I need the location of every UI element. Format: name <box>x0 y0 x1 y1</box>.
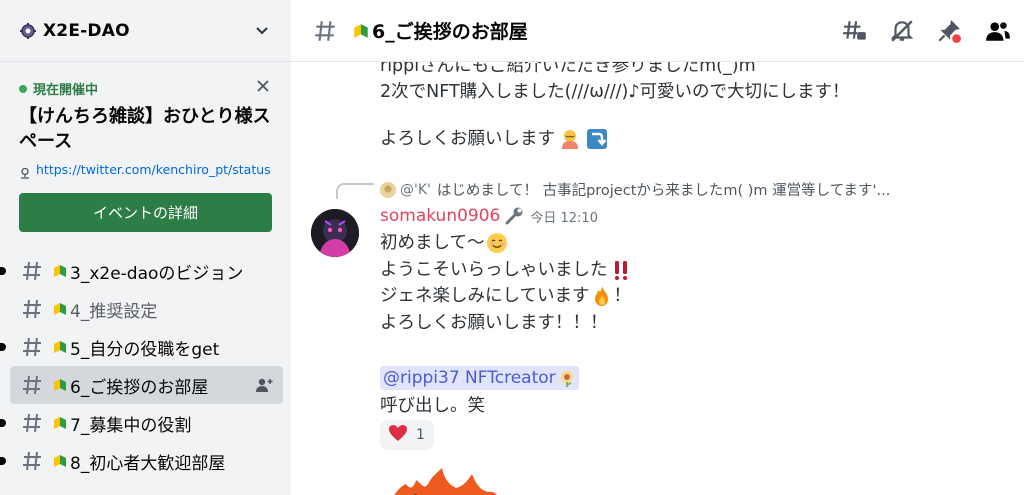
beginner-leaf-icon <box>52 339 68 355</box>
message-line: 呼び出し。笑 <box>380 396 485 416</box>
user-mention[interactable]: @rippi37 NFTcreator <box>380 366 579 390</box>
fire-emoji-icon <box>591 285 613 307</box>
sidebar-channel-item[interactable]: 8_初心者大歓迎部屋 <box>0 442 283 480</box>
message-line: 2次でNFT購入しました(///ω///)♪可愛いので大切にします！ <box>380 82 850 102</box>
sunflower-emoji-icon <box>558 369 576 387</box>
channel-title: 6_ご挨拶のお部屋 <box>372 21 528 43</box>
server-name: X2E-DAO <box>43 20 130 41</box>
beginner-leaf-icon <box>52 263 68 279</box>
previous-message-body: rippiさんにもご紹介いただき参りましたm(_)m 2次でNFT購入しました(… <box>380 62 1000 105</box>
timestamp: 今日 12:10 <box>530 210 598 226</box>
bowing-person-emoji-icon <box>557 126 583 152</box>
message-line-suffix: ！ <box>613 286 631 306</box>
reply-spine <box>336 183 374 199</box>
threads-icon[interactable] <box>842 18 868 44</box>
beginner-leaf-icon <box>352 22 370 40</box>
channel-name: 7_募集中の役割 <box>70 415 192 436</box>
sidebar-channel-item[interactable]: 3_x2e-daoのビジョン <box>0 252 283 290</box>
message-body: 初めまして〜 ようこそいらっしゃいました ジェネ楽しみにしています ！ よろしく… <box>380 230 1000 336</box>
message-line: rippiさんにもご紹介いただき参りましたm(_)m <box>380 62 756 76</box>
sidebar-channel-item[interactable]: 7_募集中の役割 <box>0 404 283 442</box>
channel-name: 5_自分の役職をget <box>70 339 220 360</box>
hashtag-icon <box>20 335 44 359</box>
channel-topbar: 6_ご挨拶のお部屋 <box>291 0 1024 62</box>
message-line-text: よろしくお願いします！！！ <box>380 312 608 333</box>
author-name[interactable]: somakun0906 <box>380 206 500 226</box>
server-gear-icon <box>19 22 37 40</box>
add-member-icon[interactable] <box>255 376 273 394</box>
beginner-leaf-icon <box>52 453 68 469</box>
close-icon[interactable] <box>255 78 271 94</box>
message-line: ようこそいらっしゃいました <box>380 257 1000 284</box>
beginner-leaf-icon <box>52 415 68 431</box>
red-heart-icon <box>388 424 408 446</box>
server-header[interactable]: X2E-DAO <box>0 0 291 62</box>
sidebar-channel-item[interactable]: 4_推奨設定 <box>10 290 283 328</box>
hashtag-icon <box>20 373 44 397</box>
hashtag-icon <box>20 297 44 321</box>
live-dot-icon <box>19 84 27 93</box>
member-list-icon[interactable] <box>985 18 1011 44</box>
sidebar-channel-item[interactable]: 5_自分の役職をget <box>0 328 283 366</box>
message-line: よろしくお願いします！！！ <box>380 310 1000 337</box>
channel-sidebar: X2E-DAO 現在開催中 【けんちろ雑談】おひとり様スペース https://… <box>0 0 291 495</box>
reply-avatar <box>380 181 396 198</box>
channel-name: 6_ご挨拶のお部屋 <box>70 377 209 398</box>
message-list: rippiさんにもご紹介いただき参りましたm(_)m 2次でNFT購入しました(… <box>291 62 1024 495</box>
reply-text[interactable]: はじめまして！ 古事記projectから来ましたm( )m 運営等してます'..… <box>437 179 890 200</box>
unread-indicator <box>0 267 6 275</box>
hashtag-icon <box>20 449 44 473</box>
event-location: https://twitter.com/kenchiro_pt/status <box>19 162 279 179</box>
unread-indicator <box>0 343 6 351</box>
reply-reference[interactable]: @'K' はじめまして！ 古事記projectから来ましたm( )m 運営等して… <box>380 179 1000 200</box>
channel-name: 4_推奨設定 <box>70 301 158 322</box>
beginner-leaf-icon <box>52 377 68 393</box>
reaction-count: 1 <box>416 427 425 443</box>
message-line-text: ようこそいらっしゃいました <box>380 259 608 280</box>
location-pin-icon <box>19 164 31 179</box>
event-link[interactable]: https://twitter.com/kenchiro_pt/status <box>36 162 271 177</box>
wrench-icon <box>504 206 524 226</box>
mention-text: @rippi37 NFTcreator <box>383 368 556 388</box>
message-line-text: 初めまして〜 <box>380 233 485 253</box>
pinned-messages-icon[interactable] <box>936 18 962 44</box>
message-line-text: よろしくお願いします <box>380 129 555 149</box>
channel-list: 3_x2e-daoのビジョン 4_推奨設定 5_自分の役職をget 6_ご挨拶のお部屋… <box>0 252 291 480</box>
arrow-curve-down-emoji-icon <box>585 127 609 151</box>
event-title: 【けんちろ雑談】おひとり様スペース <box>19 106 271 152</box>
live-status: 現在開催中 <box>19 79 98 98</box>
reply-author[interactable]: @'K' <box>400 182 431 198</box>
chevron-down-icon[interactable] <box>253 21 271 39</box>
message-line: ジェネ楽しみにしています ！ <box>380 283 1000 310</box>
unread-indicator <box>0 419 6 427</box>
smiling-face-emoji-icon <box>486 232 508 254</box>
reaction-heart[interactable]: 1 <box>380 420 434 450</box>
channel-name: 3_x2e-daoのビジョン <box>70 263 244 284</box>
hashtag-icon <box>312 18 338 44</box>
sticker-image <box>380 458 540 495</box>
message-line: 初めまして〜 <box>380 230 1000 257</box>
message-header: somakun0906 今日 12:10 <box>380 206 598 226</box>
sidebar-channel-item[interactable]: 6_ご挨拶のお部屋 <box>10 366 283 404</box>
message-line: よろしくお願いします <box>380 126 609 152</box>
event-details-button[interactable]: イベントの詳細 <box>19 193 272 232</box>
avatar[interactable] <box>311 209 359 257</box>
double-exclamation-emoji-icon <box>610 259 632 281</box>
live-event-card: 現在開催中 【けんちろ雑談】おひとり様スペース https://twitter.… <box>10 70 283 240</box>
hashtag-icon <box>20 411 44 435</box>
beginner-leaf-icon <box>52 301 68 317</box>
hashtag-icon <box>20 259 44 283</box>
notification-muted-icon[interactable] <box>889 18 915 44</box>
live-status-text: 現在開催中 <box>33 83 99 98</box>
message-line-text: ジェネ楽しみにしています <box>380 286 590 306</box>
unread-indicator <box>0 457 6 465</box>
channel-name: 8_初心者大歓迎部屋 <box>70 453 226 474</box>
